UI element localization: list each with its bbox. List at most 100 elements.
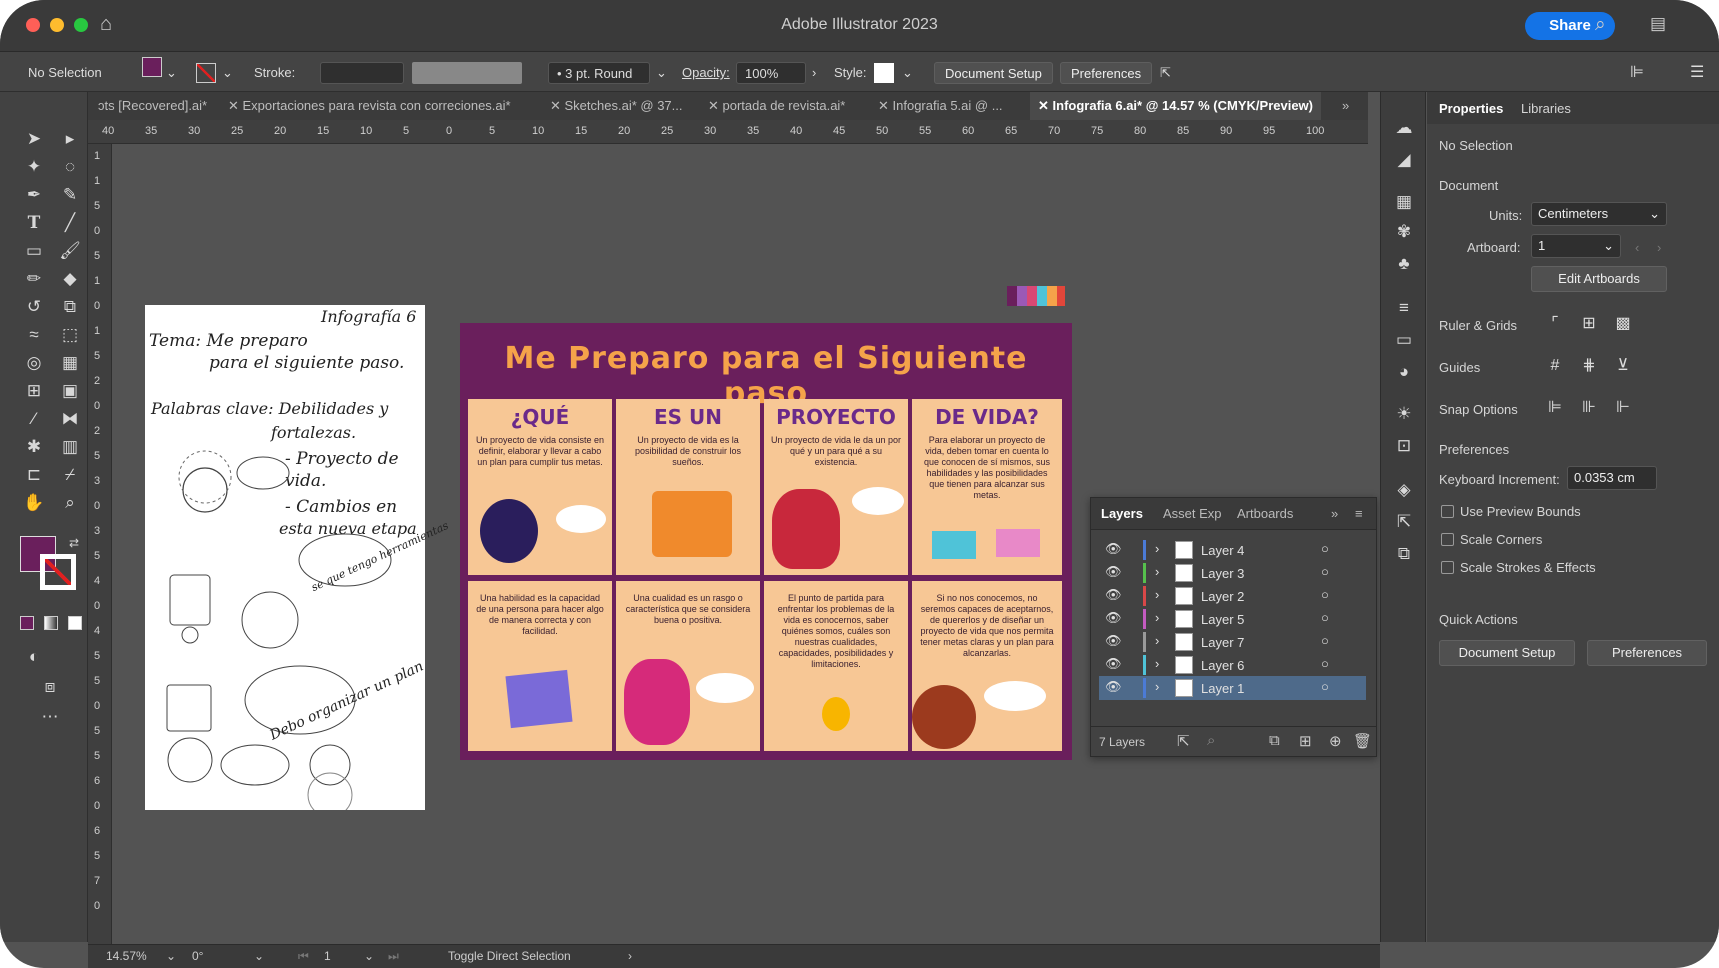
color-mode-icon[interactable] [20,616,34,630]
layers-icon[interactable]: ◈ [1391,480,1417,502]
eye-icon[interactable]: 👁 [1105,587,1122,603]
target-circle-icon[interactable]: ○ [1321,679,1329,694]
draw-mode-icon[interactable]: ◐ [20,644,48,670]
rotation-angle[interactable]: 0° [192,949,203,963]
export-icon[interactable]: ⇱ [1177,732,1190,750]
selection-tool-icon[interactable]: ➤ [20,126,48,152]
last-artboard-icon[interactable]: ⏭ [388,949,399,964]
lasso-icon[interactable]: ◌ [56,154,84,180]
swatch-pink[interactable] [1027,286,1037,306]
curvature-tool-icon[interactable]: ✎ [56,182,84,208]
chevron-down-icon[interactable]: ⌄ [166,949,176,963]
tab-portada[interactable]: ✕ portada de revista.ai* [708,92,845,120]
guides-icon[interactable]: # [1543,354,1567,378]
direct-selection-tool-icon[interactable]: ▸ [56,126,84,152]
chevron-down-icon[interactable]: ⌄ [656,62,667,84]
pencil-icon[interactable]: ✏ [20,266,48,292]
preferences-button[interactable]: Preferences [1587,640,1707,666]
perspective-guide-icon[interactable]: ⊻ [1611,354,1635,378]
brush-field[interactable]: • 3 pt. Round [548,62,650,84]
eye-icon[interactable]: 👁 [1105,564,1122,580]
document-setup-button[interactable]: Document Setup [934,62,1053,84]
artboard-number[interactable]: 1 [324,949,331,963]
artboard-tool-icon[interactable]: ⊏ [20,462,48,488]
scale-corners-checkbox[interactable]: Scale Corners [1441,532,1542,547]
slice-icon[interactable]: ⌿ [56,462,84,488]
arrange-icon[interactable]: ⇱ [1160,62,1171,84]
eye-icon[interactable]: 👁 [1105,541,1122,557]
gradient-mode-icon[interactable] [44,616,58,630]
infographic-artboard[interactable]: Me Preparo para el Siguiente paso ¿QUÉ U… [460,323,1072,760]
eye-icon[interactable]: 👁 [1105,679,1122,695]
eye-icon[interactable]: 👁 [1105,610,1122,626]
keyboard-increment-field[interactable]: 0.0353 cm [1567,466,1657,490]
target-circle-icon[interactable]: ○ [1321,587,1329,602]
swatch-violet[interactable] [1017,286,1027,306]
tab-recovered[interactable]: ɔts [Recovered].ai* [98,92,207,120]
chevron-down-icon[interactable]: ⌄ [902,62,913,84]
align-icon[interactable]: ⊫ [1630,62,1644,84]
stroke-icon[interactable]: ≡ [1391,298,1417,320]
tab-sketches[interactable]: ✕ Sketches.ai* @ 37... [550,92,683,120]
tab-infografia-5[interactable]: ✕ Infografia 5.ai @ ... [878,92,1003,120]
panel-menu-icon[interactable]: ≡ [1355,506,1363,521]
graphic-styles-icon[interactable]: ⊡ [1391,436,1417,458]
panel-menu-icon[interactable]: ☰ [1690,62,1704,84]
layer-row[interactable]: 👁 › Layer 7 ○ [1099,630,1366,654]
transparency-grid-icon[interactable]: ▩ [1611,312,1635,336]
tab-properties[interactable]: Properties [1439,101,1503,116]
chevron-right-icon[interactable]: › [628,949,632,963]
free-transform-icon[interactable]: ⬚ [56,322,84,348]
sketch-artboard[interactable]: Infografía 6 Tema: Me preparo para el si… [145,305,451,810]
swap-icon[interactable]: ⇄ [60,530,88,556]
shape-builder-icon[interactable]: ◎ [20,350,48,376]
new-layer-icon[interactable]: ⊕ [1329,732,1342,750]
layer-row[interactable]: 👁 › Layer 5 ○ [1099,607,1366,631]
artboard-field[interactable]: 1 ⌄ [1531,234,1621,258]
ruler-icon[interactable]: ⌜ [1543,312,1567,336]
symbols-icon[interactable]: ♣ [1391,254,1417,276]
target-circle-icon[interactable]: ○ [1321,610,1329,625]
tab-asset-export[interactable]: Asset Exp [1163,506,1222,521]
scale-strokes-checkbox[interactable]: Scale Strokes & Effects [1441,560,1596,575]
units-dropdown[interactable]: Centimeters ⌄ [1531,202,1667,226]
pen-tool-icon[interactable]: ✒ [20,182,48,208]
eye-icon[interactable]: 👁 [1105,656,1122,672]
new-sublayer-icon[interactable]: ⊞ [1299,732,1312,750]
line-tool-icon[interactable]: ╱ [56,210,84,236]
none-mode-icon[interactable] [68,616,82,630]
chevron-right-icon[interactable]: › [1155,610,1159,625]
tab-infografia-6[interactable]: ✕ Infografia 6.ai* @ 14.57 % (CMYK/Previ… [1030,92,1321,120]
zoom-icon[interactable]: ⌕ [56,490,84,516]
tab-exportaciones[interactable]: ✕ Exportaciones para revista con correci… [228,92,511,120]
swatch-cyan[interactable] [1037,286,1047,306]
target-circle-icon[interactable]: ○ [1321,656,1329,671]
layer-row[interactable]: 👁 › Layer 6 ○ [1099,653,1366,677]
chevron-right-icon[interactable]: › [1155,656,1159,671]
collapse-icon[interactable]: » [1331,506,1338,521]
gradient-icon[interactable]: ▭ [1391,330,1417,352]
chevron-right-icon[interactable]: › [1155,633,1159,648]
stroke-weight-field[interactable] [320,62,404,84]
next-artboard-icon[interactable]: › [1657,240,1661,255]
gradient-icon[interactable]: ▣ [56,378,84,404]
rotate-icon[interactable]: ↺ [20,294,48,320]
edit-artboards-button[interactable]: Edit Artboards [1531,266,1667,292]
swatch-red[interactable] [1057,286,1065,306]
blend-icon[interactable]: ⧓ [56,406,84,432]
artboards-icon[interactable]: ⧉ [1391,544,1417,566]
grid-icon[interactable]: ⊞ [1577,312,1601,336]
use-preview-bounds-checkbox[interactable]: Use Preview Bounds [1441,504,1581,519]
rectangle-tool-icon[interactable]: ▭ [20,238,48,264]
variable-width-profile[interactable] [412,62,522,84]
transform-icon[interactable]: ◢ [1391,150,1417,172]
target-circle-icon[interactable]: ○ [1321,541,1329,556]
trash-icon[interactable]: 🗑 [1353,732,1372,750]
tabs-overflow-icon[interactable]: » [1342,92,1349,120]
opacity-label[interactable]: Opacity: [682,62,730,84]
type-tool-icon[interactable]: T [20,210,48,236]
asset-export-icon[interactable]: ⇱ [1391,512,1417,534]
swatches-icon[interactable]: ▦ [1391,192,1417,214]
scale-icon[interactable]: ⧉ [56,294,84,320]
hand-icon[interactable]: ✋ [20,490,48,516]
